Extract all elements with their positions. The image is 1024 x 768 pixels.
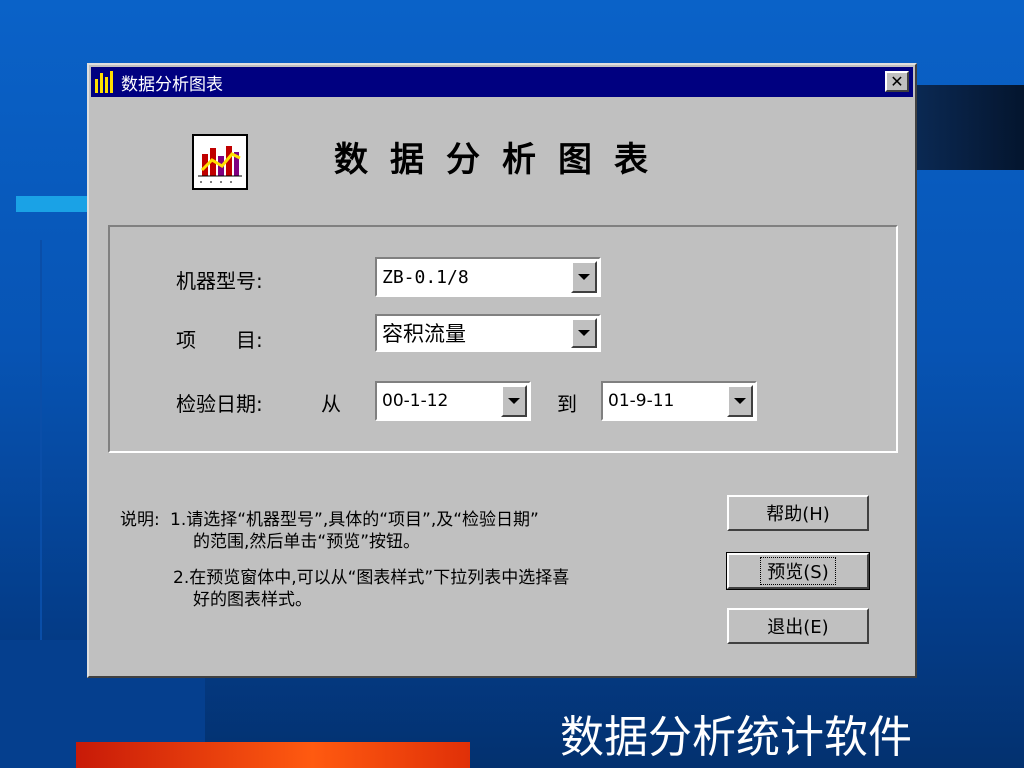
close-button[interactable]: ✕ [885,71,909,92]
description-line-4: 好的图表样式。 [193,590,312,610]
item-select[interactable]: 容积流量 [375,314,601,352]
date-from-dropdown-button[interactable] [501,385,527,417]
decor-dark-block [910,85,1024,170]
decor-red-bar [76,742,470,768]
item-dropdown-button[interactable] [571,318,597,348]
preview-button-label: 预览(S) [760,557,836,585]
chevron-down-icon [578,274,590,280]
description-line-3: 2.在预览窗体中,可以从“图表样式”下拉列表中选择喜 [173,568,570,588]
inspection-date-label: 检验日期: [176,392,263,416]
machine-model-dropdown-button[interactable] [571,261,597,293]
description-prefix: 说明: [120,510,160,530]
date-to-label: 到 [557,392,577,416]
date-from-select[interactable]: 00-1-12 [375,381,531,421]
exit-button[interactable]: 退出(E) [727,608,869,644]
machine-model-label: 机器型号: [176,269,263,293]
chevron-down-icon [508,398,520,404]
app-chart-icon [95,71,117,93]
chevron-down-icon [734,398,746,404]
bar-line-chart-icon [192,134,248,190]
date-to-select[interactable]: 01-9-11 [601,381,757,421]
decor-cyan-bar [16,196,96,212]
date-to-value: 01-9-11 [608,391,675,411]
preview-button[interactable]: 预览(S) [726,552,870,590]
machine-model-value: ZB-0.1/8 [382,266,469,288]
description-line-2: 的范围,然后单击“预览”按钮。 [193,532,421,552]
date-from-value: 00-1-12 [382,391,449,411]
item-value: 容积流量 [382,322,466,346]
window-title: 数据分析图表 [121,74,223,95]
description-line-1: 1.请选择“机器型号”,具体的“项目”,及“检验日期” [170,510,539,530]
machine-model-select[interactable]: ZB-0.1/8 [375,257,601,297]
date-from-label: 从 [321,392,341,416]
dialog-heading: 数据分析图表 [334,140,670,180]
item-label: 项 目: [176,328,263,352]
chevron-down-icon [578,330,590,336]
help-button[interactable]: 帮助(H) [727,495,869,531]
close-icon: ✕ [890,71,904,91]
dialog-window: 数据分析图表 ✕ 数据分析图表 机器型号: ZB-0.1/8 项 目: 容积流量… [87,63,917,678]
slide-caption: 数据分析统计软件 [560,712,912,763]
title-bar[interactable]: 数据分析图表 ✕ [91,67,913,97]
date-to-dropdown-button[interactable] [727,385,753,417]
